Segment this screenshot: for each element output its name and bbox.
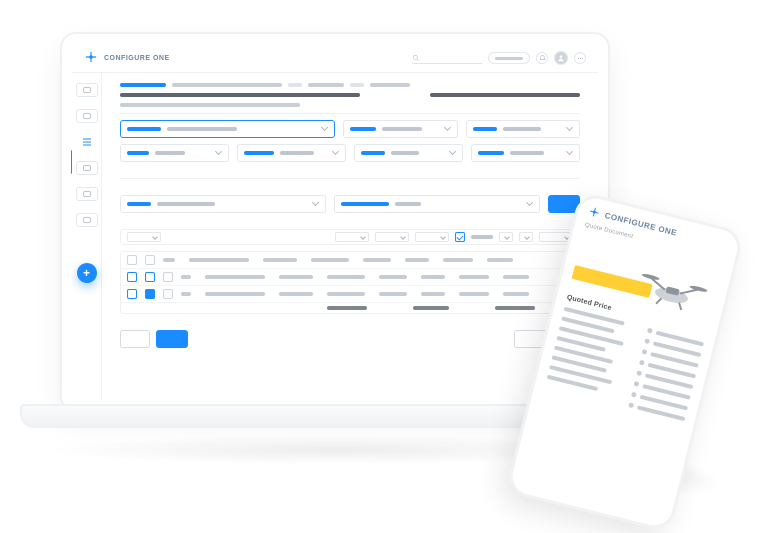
field-pricelist[interactable] xyxy=(354,144,463,162)
search-icon xyxy=(412,54,420,62)
thumb xyxy=(163,272,173,282)
field-customer[interactable] xyxy=(120,120,335,138)
field-configuration[interactable] xyxy=(334,195,540,213)
table-row[interactable] xyxy=(121,269,579,286)
line-items-toolbar xyxy=(120,229,580,245)
checkbox[interactable] xyxy=(145,289,155,299)
expand-icon[interactable] xyxy=(127,255,137,265)
field-contact[interactable] xyxy=(343,120,458,138)
checkbox[interactable] xyxy=(145,272,155,282)
field-product[interactable] xyxy=(120,195,326,213)
checkbox[interactable] xyxy=(145,255,155,265)
header-more-menu[interactable] xyxy=(574,52,586,64)
expand-icon[interactable] xyxy=(127,289,137,299)
field-account[interactable] xyxy=(466,120,581,138)
save-button[interactable] xyxy=(156,330,188,348)
toolbar-filter-3[interactable] xyxy=(415,232,449,242)
app-header: CONFIGURE ONE xyxy=(72,44,598,73)
field-currency[interactable] xyxy=(237,144,346,162)
brand-logo[interactable]: CONFIGURE ONE xyxy=(84,50,170,66)
table-header-row xyxy=(121,252,579,269)
sidebar-item-dashboard[interactable] xyxy=(76,83,98,97)
laptop-device-frame: CONFIGURE ONE xyxy=(60,32,610,412)
mobile-hero xyxy=(570,234,723,321)
cancel-button[interactable] xyxy=(120,330,150,348)
sidebar-item-orders[interactable] xyxy=(76,109,98,123)
toolbar-filter-2[interactable] xyxy=(375,232,409,242)
breadcrumb xyxy=(120,83,580,87)
toolbar-filter-1[interactable] xyxy=(335,232,369,242)
main-content xyxy=(102,73,598,400)
thumb xyxy=(163,289,173,299)
add-button[interactable]: + xyxy=(77,263,97,283)
toolbar-bulk-select[interactable] xyxy=(127,232,161,242)
header-dropdown[interactable] xyxy=(488,52,530,64)
sidebar-nav: + xyxy=(72,73,102,400)
field-reference[interactable] xyxy=(120,144,229,162)
sidebar-item-quotes[interactable] xyxy=(76,135,98,149)
line-items-table xyxy=(120,251,580,314)
table-row[interactable] xyxy=(121,286,579,303)
brand-icon xyxy=(84,50,98,66)
search-input[interactable] xyxy=(412,52,482,64)
toolbar-icon-1[interactable] xyxy=(499,232,513,242)
notifications-icon[interactable] xyxy=(536,52,548,64)
field-validity[interactable] xyxy=(471,144,580,162)
toolbar-icon-2[interactable] xyxy=(519,232,533,242)
sidebar-item-reports[interactable] xyxy=(76,187,98,201)
toolbar-checkbox[interactable] xyxy=(455,232,465,242)
brand-name: CONFIGURE ONE xyxy=(104,55,170,62)
expand-icon[interactable] xyxy=(127,272,137,282)
sidebar-item-products[interactable] xyxy=(76,161,98,175)
drone-icon xyxy=(630,261,716,321)
table-summary-row xyxy=(121,303,579,313)
sidebar-item-settings[interactable] xyxy=(76,213,98,227)
user-avatar[interactable] xyxy=(554,51,568,65)
